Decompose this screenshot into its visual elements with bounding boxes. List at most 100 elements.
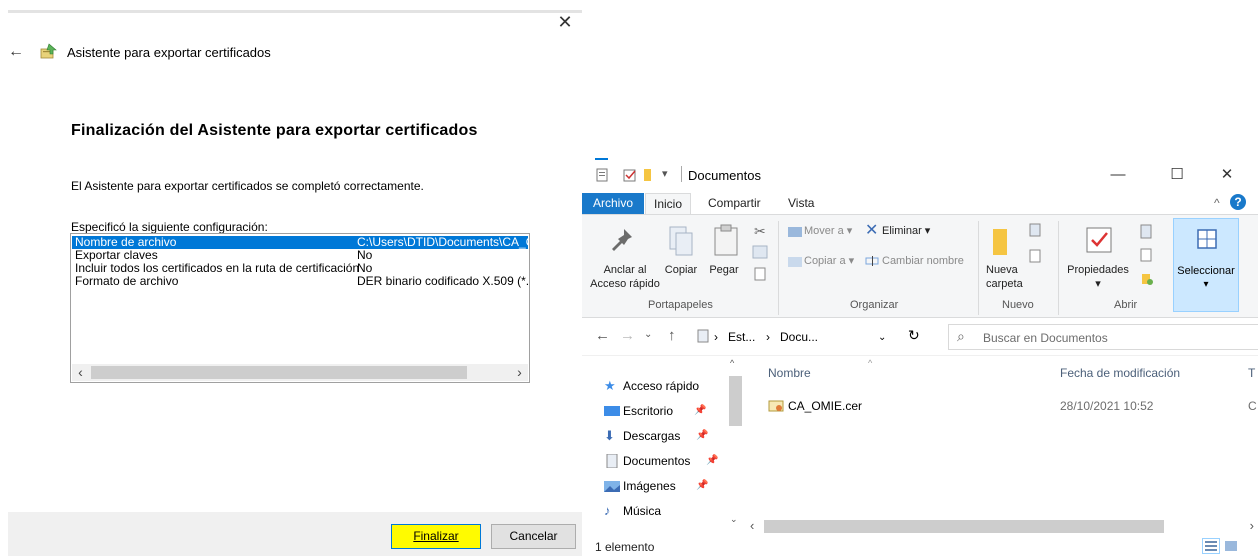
download-icon: ⬇: [604, 428, 615, 443]
config-horizontal-scrollbar[interactable]: ‹ ›: [72, 364, 528, 381]
search-input[interactable]: Buscar en Documentos: [983, 331, 1108, 345]
refresh-icon[interactable]: ↻: [908, 327, 920, 344]
nav-item-label: Documentos: [623, 454, 691, 468]
file-horizontal-scrollbar[interactable]: ‹ ›: [746, 518, 1258, 535]
properties-icon: [1086, 227, 1112, 253]
scroll-right-icon[interactable]: ›: [1250, 518, 1254, 533]
easy-access-icon[interactable]: [1026, 247, 1046, 265]
up-icon[interactable]: ↑: [668, 327, 676, 344]
search-icon: ⌕: [957, 328, 965, 344]
column-type[interactable]: T: [1248, 366, 1255, 380]
properties-dropdown-icon: ▾: [1095, 278, 1101, 290]
new-folder-button[interactable]: Nueva carpeta: [986, 263, 1023, 291]
scroll-thumb[interactable]: [729, 376, 742, 426]
select-button[interactable]: Seleccionar ▾: [1173, 218, 1239, 312]
tab-view[interactable]: Vista: [780, 193, 822, 214]
wizard-close-button[interactable]: ✕: [556, 12, 574, 32]
music-icon: ♪: [604, 503, 611, 518]
address-bar[interactable]: › Est... › Docu... ⌄ ↻: [697, 324, 932, 350]
config-value: No: [357, 262, 373, 275]
minimize-button[interactable]: —: [1103, 164, 1133, 186]
scroll-down-icon[interactable]: ⌄: [730, 514, 738, 525]
address-row: ← → ⌄ ↑ › Est... › Docu... ⌄ ↻ ⌕ Buscar …: [582, 318, 1258, 356]
rename-button[interactable]: Cambiar nombre: [882, 254, 964, 268]
title-divider: [681, 166, 682, 182]
cancel-button[interactable]: Cancelar: [491, 524, 576, 549]
select-dropdown-icon: ▾: [1203, 279, 1209, 290]
cut-icon[interactable]: ✂: [754, 223, 766, 240]
checkbox-quick-icon[interactable]: [623, 168, 637, 182]
config-key: Formato de archivo: [75, 274, 179, 288]
back-icon[interactable]: ←: [595, 327, 610, 344]
scroll-left-icon[interactable]: ‹: [750, 518, 754, 533]
config-list[interactable]: Nombre de archivo C:\Users\DTID\Document…: [70, 233, 530, 383]
file-row[interactable]: CA_OMIE.cer 28/10/2021 10:52 C: [760, 396, 1258, 416]
star-icon: ★: [604, 378, 616, 393]
finish-button[interactable]: Finalizar: [391, 524, 481, 549]
copy-path-icon[interactable]: [752, 245, 768, 259]
large-icons-glyph: [1225, 541, 1237, 551]
details-view-glyph: [1205, 541, 1217, 551]
file-type: C: [1248, 399, 1257, 413]
breadcrumb-este-equipo[interactable]: Est...: [728, 330, 755, 344]
recent-locations-icon[interactable]: ⌄: [644, 329, 652, 340]
column-modified[interactable]: Fecha de modificación: [1060, 366, 1180, 380]
scroll-right-icon[interactable]: ›: [511, 364, 528, 381]
help-icon[interactable]: ?: [1230, 194, 1246, 210]
status-bar: 1 elemento: [582, 536, 1258, 556]
collapse-ribbon-icon[interactable]: ^: [1214, 196, 1220, 210]
navigation-pane: ★ Acceso rápido Escritorio 📌 ⬇ Descargas…: [582, 356, 746, 536]
maximize-button[interactable]: ☐: [1162, 164, 1192, 186]
new-folder-label-1: Nueva: [986, 264, 1018, 276]
tab-home[interactable]: Inicio: [645, 193, 692, 214]
copy-button[interactable]: Copiar: [664, 263, 698, 277]
nav-item-label: Escritorio: [623, 404, 674, 418]
config-row-format[interactable]: Formato de archivo DER binario codificad…: [72, 274, 529, 288]
large-icons-view-icon[interactable]: [1222, 538, 1240, 554]
forward-icon[interactable]: →: [620, 327, 635, 344]
nav-item-label: Música: [623, 504, 662, 518]
search-box[interactable]: ⌕ Buscar en Documentos: [948, 324, 1258, 350]
open-icon[interactable]: [1138, 223, 1156, 241]
config-label: Especificó la siguiente configuración:: [71, 220, 268, 234]
pin-quick-access-button[interactable]: Anclar al Acceso rápido: [590, 263, 660, 291]
paste-button[interactable]: Pegar: [706, 263, 742, 277]
config-value: No: [357, 249, 373, 262]
scroll-up-icon[interactable]: ^: [730, 358, 734, 368]
breadcrumb-separator: ›: [766, 330, 770, 344]
scroll-thumb[interactable]: [764, 520, 1164, 533]
config-value: C:\Users\DTID\Documents\CA_OMIE.cer: [357, 236, 529, 249]
ribbon-tabs: Archivo Inicio Compartir Vista ^ ?: [582, 190, 1258, 214]
tab-share[interactable]: Compartir: [700, 193, 769, 214]
breadcrumb-documentos[interactable]: Docu...: [780, 330, 818, 344]
details-view-icon[interactable]: [1202, 538, 1220, 554]
scroll-thumb[interactable]: [91, 366, 467, 379]
certificate-file-icon: [768, 400, 784, 412]
address-dropdown-icon[interactable]: ⌄: [878, 332, 886, 343]
file-name: CA_OMIE.cer: [788, 399, 863, 413]
pinned-icon: 📌: [696, 480, 709, 491]
new-item-icon[interactable]: [1026, 223, 1046, 241]
wizard-back-button[interactable]: ←: [8, 43, 26, 61]
edit-icon[interactable]: [1138, 247, 1156, 263]
delete-button[interactable]: Eliminar ▾: [882, 224, 930, 238]
column-name[interactable]: Nombre ^: [768, 358, 872, 380]
history-icon[interactable]: [1138, 271, 1156, 287]
close-button[interactable]: ✕: [1212, 164, 1242, 186]
properties-quick-icon[interactable]: [595, 168, 609, 182]
group-new-label: Nuevo: [1002, 299, 1034, 311]
paste-shortcut-icon[interactable]: [752, 267, 768, 281]
quick-access-dropdown-icon[interactable]: ▾: [662, 167, 668, 180]
nav-item-label: Imágenes: [623, 479, 676, 493]
scroll-left-icon[interactable]: ‹: [72, 364, 89, 381]
folder-quick-icon[interactable]: [642, 168, 656, 182]
group-open-label: Abrir: [1114, 299, 1138, 311]
tab-file[interactable]: Archivo: [582, 193, 645, 214]
wizard-done-text: El Asistente para exportar certificados …: [71, 179, 424, 193]
properties-button[interactable]: Propiedades ▾: [1066, 263, 1130, 291]
item-count: 1 elemento: [595, 540, 655, 554]
pictures-icon: [604, 481, 620, 492]
move-to-button[interactable]: Mover a ▾: [804, 224, 852, 238]
nav-vertical-scrollbar[interactable]: ^ ⌄: [728, 356, 742, 532]
copy-to-button[interactable]: Copiar a ▾: [804, 254, 854, 268]
